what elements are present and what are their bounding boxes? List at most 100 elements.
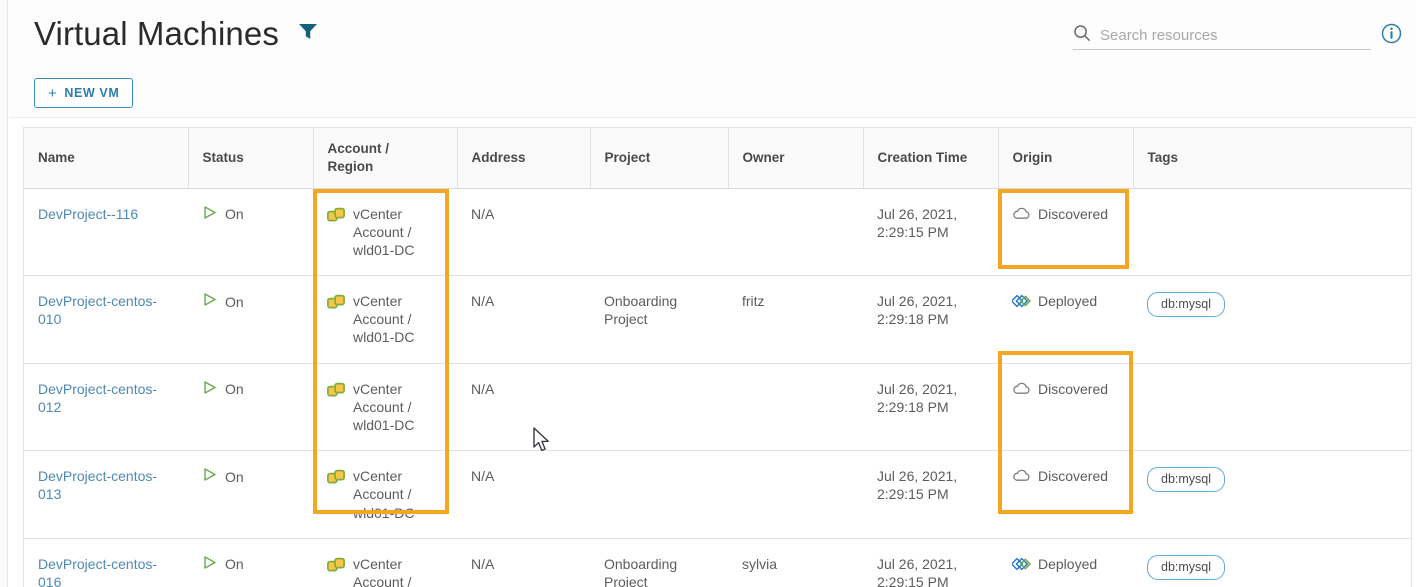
vm-name-link[interactable]: DevProject-centos-016 — [38, 556, 157, 587]
cell-account-region: vCenter Account / wld01-DC — [313, 188, 457, 277]
vm-name-link[interactable]: DevProject-centos-012 — [38, 381, 157, 415]
cell-origin: Discovered — [998, 188, 1133, 277]
status-label: On — [225, 293, 244, 310]
cell-tags — [1133, 363, 1411, 452]
vcenter-account-icon — [327, 468, 346, 491]
vm-name-link[interactable]: DevProject-centos-013 — [38, 468, 157, 502]
table-row[interactable]: DevProject-centos-012 On vCenter Account /… — [24, 363, 1411, 452]
table-body: DevProject--116 On vCenter Account / wld01… — [24, 188, 1411, 587]
cell-origin: Deployed — [998, 538, 1133, 587]
cell-name: DevProject-centos-012 — [24, 363, 188, 452]
cell-project: Onboarding Project — [604, 555, 678, 587]
table-row[interactable]: DevProject--116 On vCenter Account / wld01… — [24, 188, 1411, 277]
cell-project — [590, 450, 728, 539]
cell-account-region: vCenter Account / wld01-DC — [313, 275, 457, 364]
status-label: On — [225, 556, 244, 573]
vcenter-account-icon — [327, 381, 346, 404]
cell-status: On — [188, 363, 313, 452]
tag-pill[interactable]: db:mysql — [1147, 292, 1226, 318]
cell-status: On — [188, 275, 313, 364]
account-region-label: vCenter Account / wld01-DC — [353, 468, 415, 521]
column-header-address[interactable]: Address — [457, 128, 591, 189]
play-triangle-icon — [202, 467, 217, 486]
cell-creation-time: Jul 26, 2021, 2:29:15 PM — [877, 555, 958, 587]
column-header-tags[interactable]: Tags — [1133, 128, 1411, 189]
cloud-icon — [1012, 206, 1031, 225]
vcenter-account-icon — [327, 206, 346, 229]
cell-tags: db:mysql — [1133, 450, 1411, 539]
column-header-account-region[interactable]: Account / Region — [313, 128, 458, 189]
origin-label: Discovered — [1038, 468, 1109, 485]
tag-pill[interactable]: db:mysql — [1147, 554, 1226, 580]
search-input[interactable] — [1100, 27, 1355, 44]
cloud-icon — [1012, 468, 1031, 487]
column-header-name[interactable]: Name — [24, 128, 189, 189]
new-vm-label: NEW VM — [64, 86, 120, 100]
virtual-machines-page: Virtual Machines + NEW VM Search resourc… — [0, 0, 1416, 587]
cell-status: On — [188, 450, 313, 539]
new-vm-button[interactable]: + NEW VM — [34, 78, 134, 108]
column-header-origin[interactable]: Origin — [998, 128, 1134, 189]
cell-tags: db:mysql — [1133, 275, 1411, 364]
play-triangle-icon — [202, 205, 217, 224]
play-triangle-icon — [202, 380, 217, 399]
table-row[interactable]: DevProject-centos-016 On vCenter Account /… — [24, 538, 1411, 587]
cell-address: N/A — [457, 450, 590, 539]
cell-address: N/A — [457, 363, 590, 452]
cell-origin: Discovered — [998, 363, 1133, 452]
play-triangle-icon — [202, 292, 217, 311]
account-region-line1: Account / — [327, 140, 390, 156]
status-label: On — [225, 381, 244, 398]
cell-project: Onboarding Project — [590, 275, 728, 364]
play-triangle-icon — [202, 555, 217, 574]
vcenter-account-icon — [327, 293, 346, 316]
table-header-row: Name Status Account / Region Address Pro… — [24, 128, 1411, 189]
cell-owner: fritz — [728, 275, 863, 364]
cell-status: On — [188, 188, 313, 277]
column-header-status[interactable]: Status — [188, 128, 314, 189]
cell-project — [590, 363, 728, 452]
cell-owner — [728, 450, 863, 539]
cell-name: DevProject--116 — [24, 188, 188, 277]
title-row: Virtual Machines — [34, 14, 319, 54]
cell-origin: Deployed — [998, 275, 1133, 364]
origin-label: Discovered — [1038, 380, 1109, 397]
cell-owner — [728, 188, 863, 277]
cell-account-region: vCenter Account / wld01-DC — [313, 538, 457, 587]
vcenter-account-icon — [327, 556, 346, 579]
account-region-label: vCenter Account / wld01-DC — [353, 380, 415, 433]
cell-creation-time: Jul 26, 2021, 2:29:15 PM — [863, 450, 998, 539]
mouse-cursor — [533, 427, 552, 459]
deployed-blueprint-icon — [1010, 556, 1031, 576]
page-content: Virtual Machines + NEW VM Search resourc… — [9, 0, 1416, 587]
cloud-icon — [1012, 381, 1031, 400]
cell-address: N/A — [471, 555, 495, 572]
cell-creation-time: Jul 26, 2021, 2:29:15 PM — [863, 188, 998, 277]
vm-name-link[interactable]: DevProject--116 — [38, 206, 138, 222]
cell-account-region: vCenter Account / wld01-DC — [313, 363, 457, 452]
cell-project — [590, 188, 728, 277]
tag-pill[interactable]: db:mysql — [1147, 467, 1226, 493]
vm-name-link[interactable]: DevProject-centos-010 — [38, 293, 157, 327]
account-region-label: vCenter Account / wld01-DC — [353, 293, 415, 346]
column-header-owner[interactable]: Owner — [728, 128, 864, 189]
cell-address: N/A — [457, 188, 590, 277]
table-row[interactable]: DevProject-centos-010 On vCenter Account /… — [24, 275, 1411, 364]
cell-tags: db:mysql — [1133, 538, 1411, 587]
cell-account-region: vCenter Account / wld01-DC — [313, 450, 457, 539]
page-header: Virtual Machines + NEW VM — [9, 0, 1416, 118]
search-box[interactable] — [1073, 22, 1371, 50]
cell-owner — [728, 363, 863, 452]
left-gutter — [0, 0, 8, 587]
deployed-blueprint-icon — [1010, 293, 1031, 313]
filter-funnel-icon[interactable] — [297, 21, 319, 46]
account-region-line2: Region — [327, 158, 374, 174]
column-header-project[interactable]: Project — [590, 128, 729, 189]
cell-owner: sylvia — [742, 555, 778, 572]
info-circle-icon[interactable] — [1381, 23, 1402, 49]
search-area — [1073, 22, 1402, 50]
page-title: Virtual Machines — [34, 15, 279, 52]
column-header-creation-time[interactable]: Creation Time — [863, 128, 999, 189]
cell-status: On — [188, 538, 313, 587]
table-row[interactable]: DevProject-centos-013 On vCenter Account /… — [24, 450, 1411, 539]
